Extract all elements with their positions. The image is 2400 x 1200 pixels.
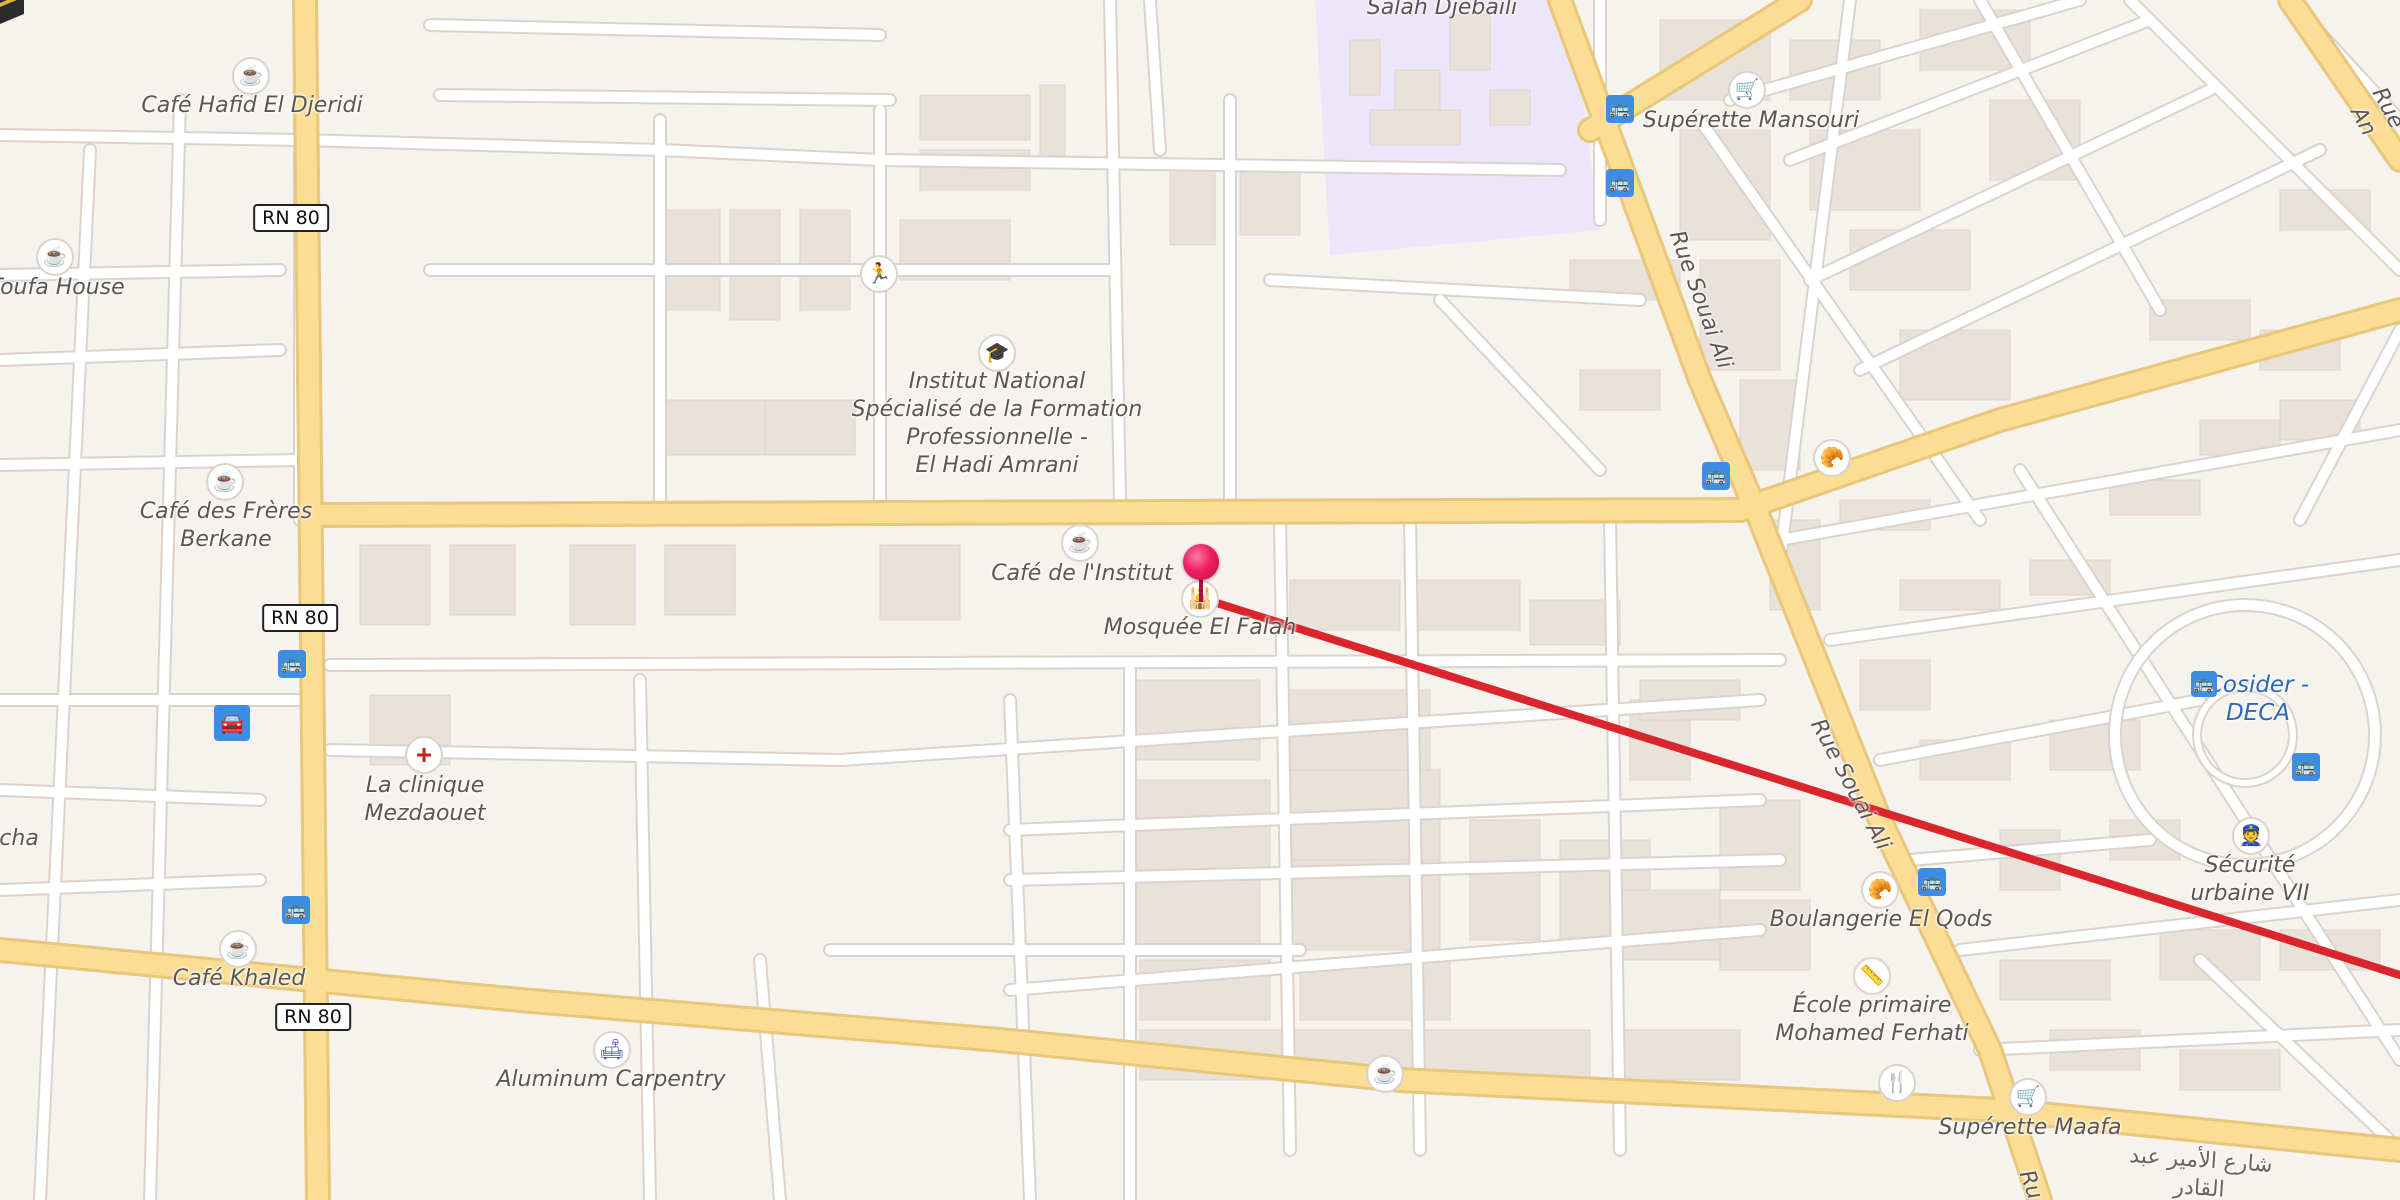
clinic-icon[interactable]: + (405, 736, 443, 774)
place-label-clinique: La clinique Mezdaouet (364, 773, 486, 826)
school-icon[interactable]: 🎓 (978, 334, 1016, 372)
bus-stop-icon[interactable]: 🚌 (2191, 671, 2217, 697)
shop-icon[interactable]: 🛒 (2009, 1078, 2047, 1116)
place-label-cafe-khaled: Café Khaled (172, 966, 306, 991)
place-label-institut: Institut National Spécialisé de la Forma… (851, 369, 1143, 478)
place-label-securite: Sécurité urbaine VII (2190, 853, 2310, 906)
sport-icon[interactable]: 🏃 (860, 255, 898, 293)
place-label-boulangerie: Boulangerie El Qods (1769, 907, 1993, 932)
bus-stop-icon[interactable]: 🚌 (1918, 868, 1946, 896)
restaurant-icon[interactable]: 🍴 (1878, 1064, 1916, 1102)
road-shield-rn80: RN 80 (253, 204, 329, 232)
bus-stop-icon[interactable]: 🚌 (278, 650, 306, 678)
cafe-icon[interactable]: ☕ (232, 57, 270, 95)
bus-stop-icon[interactable]: 🚌 (1606, 169, 1634, 197)
map-view[interactable]: RN 80 RN 80 RN 80 Rue Souai Ali Rue Soua… (0, 0, 2400, 1200)
bakery-icon[interactable]: 🥐 (1861, 871, 1899, 909)
cafe-icon[interactable]: ☕ (219, 930, 257, 968)
cafe-icon[interactable]: ☕ (1061, 524, 1099, 562)
bus-stop-icon[interactable]: 🚌 (282, 896, 310, 924)
place-label-salah-djebaili: Salah Djebaili (1366, 0, 1518, 20)
kaaba-icon[interactable] (0, 0, 28, 28)
bus-stop-icon[interactable]: 🚌 (2292, 753, 2320, 781)
place-label-superette-mansouri: Supérette Mansouri (1642, 108, 1860, 133)
place-label-aicha: icha (0, 826, 39, 851)
school-icon[interactable]: 📏 (1853, 957, 1891, 995)
police-icon[interactable]: 👮 (2232, 817, 2270, 855)
bus-stop-icon[interactable]: 🚌 (1702, 462, 1730, 490)
place-label-mosquee: Mosquée El Falah (1103, 615, 1297, 640)
bus-stop-icon[interactable]: 🚌 (1606, 95, 1634, 123)
place-label-cafe-hafid: Café Hafid El Djeridi (141, 93, 363, 118)
place-label-aluminum-carpentry: Aluminum Carpentry (496, 1067, 726, 1092)
parking-icon[interactable]: 🚘 (214, 705, 250, 741)
road-shield-rn80: RN 80 (262, 604, 338, 632)
carpentry-icon[interactable]: 🛋 (593, 1031, 631, 1069)
location-pin-stem (1199, 578, 1203, 602)
location-pin-icon[interactable] (1183, 544, 1219, 580)
place-label-cafe-freres: Café des Frères Berkane (139, 499, 313, 552)
cafe-icon[interactable]: ☕ (36, 238, 74, 276)
bakery-icon[interactable]: 🥐 (1813, 439, 1851, 477)
place-label-toufa-house: Toufa House (0, 275, 125, 300)
place-label-cafe-institut: Café de l'Institut (991, 561, 1173, 586)
shop-icon[interactable]: 🛒 (1728, 71, 1766, 109)
cafe-icon[interactable]: ☕ (1366, 1055, 1404, 1093)
cafe-icon[interactable]: ☕ (206, 463, 244, 501)
place-label-superette-maafa: Supérette Maafa (1938, 1115, 2122, 1140)
place-label-ecole: École primaire Mohamed Ferhati (1775, 993, 1969, 1046)
road-shield-rn80: RN 80 (275, 1003, 351, 1031)
